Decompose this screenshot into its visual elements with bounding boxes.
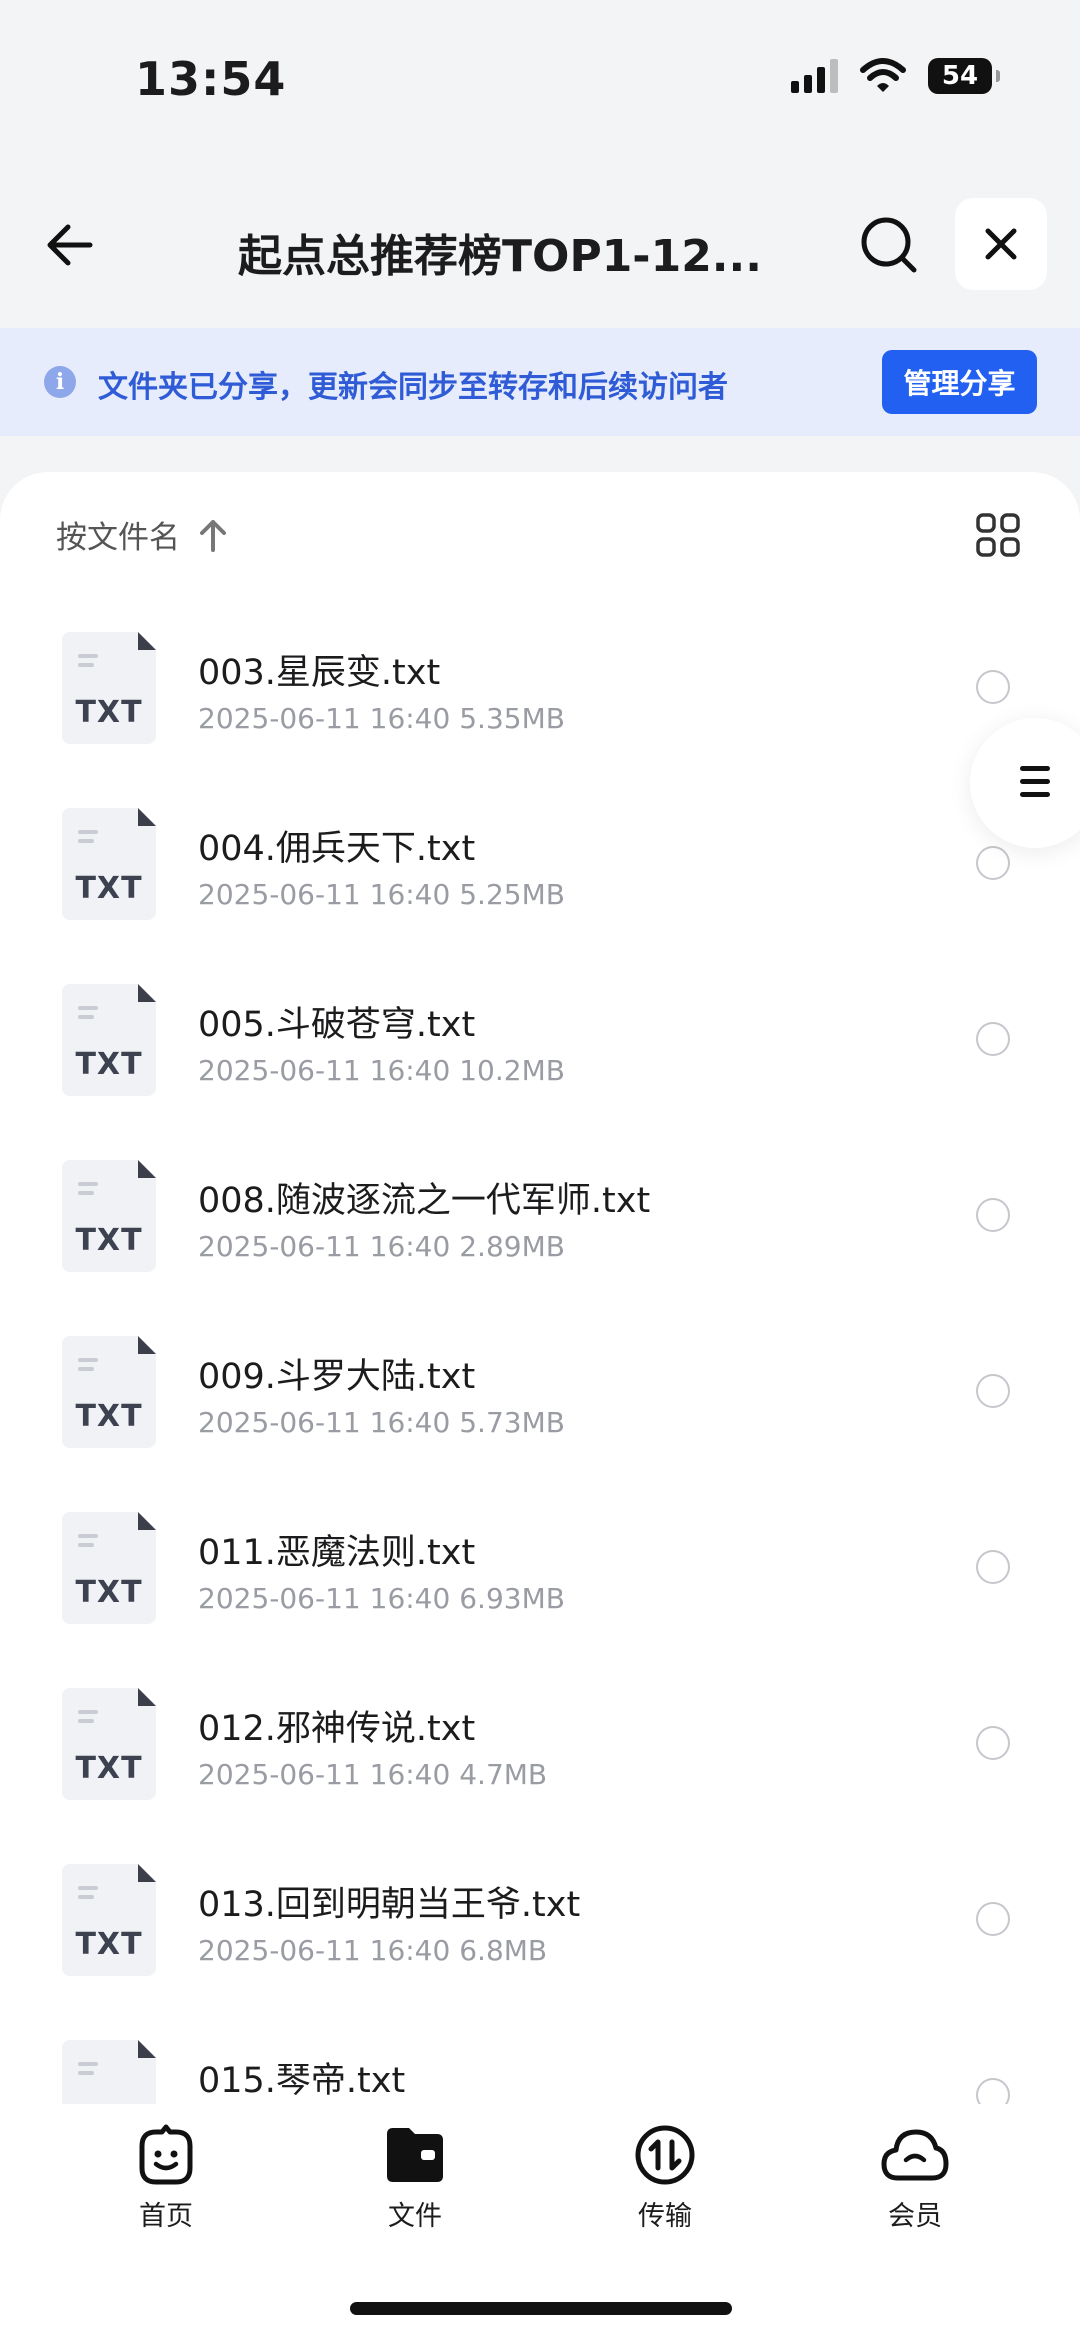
transfer-icon [635, 2125, 695, 2185]
tab-label: 传输 [638, 2201, 692, 2232]
file-row[interactable]: TXT 009.斗罗大陆.txt 2025-06-11 16:40 5.73MB [0, 1324, 1080, 1500]
select-checkbox[interactable] [976, 1198, 1010, 1232]
file-list-card: 按文件名 TXT 003.星辰变.txt 2025-06-11 16:40 5.… [0, 472, 1080, 2112]
file-row[interactable]: TXT 003.星辰变.txt 2025-06-11 16:40 5.35MB [0, 620, 1080, 796]
status-indicators: 54 [791, 58, 1000, 94]
file-meta: 2025-06-11 16:40 6.93MB [198, 1582, 565, 1615]
tab-vip[interactable]: 会员 [845, 2124, 985, 2233]
folder-icon [387, 2128, 443, 2182]
file-name: 011.恶魔法则.txt [198, 1533, 476, 1573]
nav-bar: 起点总推荐榜TOP1-12... [0, 190, 1080, 300]
share-banner: i 文件夹已分享，更新会同步至转存和后续访问者 管理分享 [0, 328, 1080, 436]
file-row[interactable]: TXT 004.佣兵天下.txt 2025-06-11 16:40 5.25MB [0, 796, 1080, 972]
tab-transfer[interactable]: 传输 [595, 2124, 735, 2233]
close-button[interactable] [955, 198, 1047, 290]
file-row[interactable]: TXT 011.恶魔法则.txt 2025-06-11 16:40 6.93MB [0, 1500, 1080, 1676]
txt-file-icon: TXT [62, 984, 156, 1096]
cloud-icon [881, 2129, 949, 2181]
file-row[interactable]: TXT 005.斗破苍穹.txt 2025-06-11 16:40 10.2MB [0, 972, 1080, 1148]
file-row[interactable]: 015.琴帝.txt [0, 2028, 1080, 2112]
txt-file-icon: TXT [62, 1864, 156, 1976]
status-time: 13:54 [135, 52, 287, 106]
select-checkbox[interactable] [976, 1726, 1010, 1760]
txt-file-icon: TXT [62, 1336, 156, 1448]
file-name: 004.佣兵天下.txt [198, 829, 476, 869]
select-checkbox[interactable] [976, 1550, 1010, 1584]
select-checkbox[interactable] [976, 1374, 1010, 1408]
tab-label: 会员 [888, 2201, 942, 2232]
tab-home[interactable]: 首页 [96, 2124, 236, 2233]
tab-label: 文件 [388, 2201, 442, 2232]
select-checkbox[interactable] [976, 846, 1010, 880]
file-meta: 2025-06-11 16:40 5.25MB [198, 878, 565, 911]
home-indicator [350, 2302, 732, 2315]
file-meta: 2025-06-11 16:40 5.35MB [198, 702, 565, 735]
select-checkbox[interactable] [976, 1022, 1010, 1056]
grid-view-icon[interactable] [975, 512, 1021, 558]
battery-icon: 54 [928, 58, 1000, 94]
wifi-icon [860, 58, 906, 92]
file-meta: 2025-06-11 16:40 4.7MB [198, 1758, 548, 1791]
share-banner-text: 文件夹已分享，更新会同步至转存和后续访问者 [98, 370, 728, 405]
tab-label: 首页 [139, 2201, 193, 2232]
txt-file-icon: TXT [62, 1512, 156, 1624]
arrow-up-icon [200, 519, 226, 552]
file-row[interactable]: TXT 013.回到明朝当王爷.txt 2025-06-11 16:40 6.8… [0, 1852, 1080, 2028]
file-list: TXT 003.星辰变.txt 2025-06-11 16:40 5.35MB … [0, 620, 1080, 2112]
file-meta: 2025-06-11 16:40 10.2MB [198, 1054, 565, 1087]
txt-file-icon: TXT [62, 1688, 156, 1800]
tab-files[interactable]: 文件 [345, 2124, 485, 2233]
sort-control[interactable]: 按文件名 [56, 512, 228, 557]
file-meta: 2025-06-11 16:40 2.89MB [198, 1230, 565, 1263]
cellular-signal-icon [791, 59, 838, 93]
menu-icon [1020, 766, 1050, 805]
file-name: 013.回到明朝当王爷.txt [198, 1885, 581, 1925]
file-name: 012.邪神传说.txt [198, 1709, 476, 1749]
txt-file-icon: TXT [62, 632, 156, 744]
file-row[interactable]: TXT 012.邪神传说.txt 2025-06-11 16:40 4.7MB [0, 1676, 1080, 1852]
status-bar: 13:54 54 [0, 0, 1080, 160]
page-title: 起点总推荐榜TOP1-12... [238, 231, 762, 282]
txt-file-icon [62, 2040, 156, 2112]
search-icon[interactable] [856, 212, 922, 278]
sort-label: 按文件名 [56, 520, 180, 556]
back-arrow-icon[interactable] [40, 212, 106, 278]
file-name: 003.星辰变.txt [198, 653, 441, 693]
close-icon [985, 228, 1017, 260]
txt-file-icon: TXT [62, 808, 156, 920]
file-name: 015.琴帝.txt [198, 2061, 406, 2101]
txt-file-icon: TXT [62, 1160, 156, 1272]
smile-box-icon [139, 2124, 193, 2185]
file-name: 009.斗罗大陆.txt [198, 1357, 476, 1397]
file-row[interactable]: TXT 008.随波逐流之一代军师.txt 2025-06-11 16:40 2… [0, 1148, 1080, 1324]
select-checkbox[interactable] [976, 670, 1010, 704]
file-name: 005.斗破苍穹.txt [198, 1005, 476, 1045]
file-name: 008.随波逐流之一代军师.txt [198, 1181, 651, 1221]
file-meta: 2025-06-11 16:40 5.73MB [198, 1406, 565, 1439]
info-icon: i [44, 366, 76, 398]
manage-share-button[interactable]: 管理分享 [882, 350, 1037, 414]
select-checkbox[interactable] [976, 1902, 1010, 1936]
file-meta: 2025-06-11 16:40 6.8MB [198, 1934, 548, 1967]
